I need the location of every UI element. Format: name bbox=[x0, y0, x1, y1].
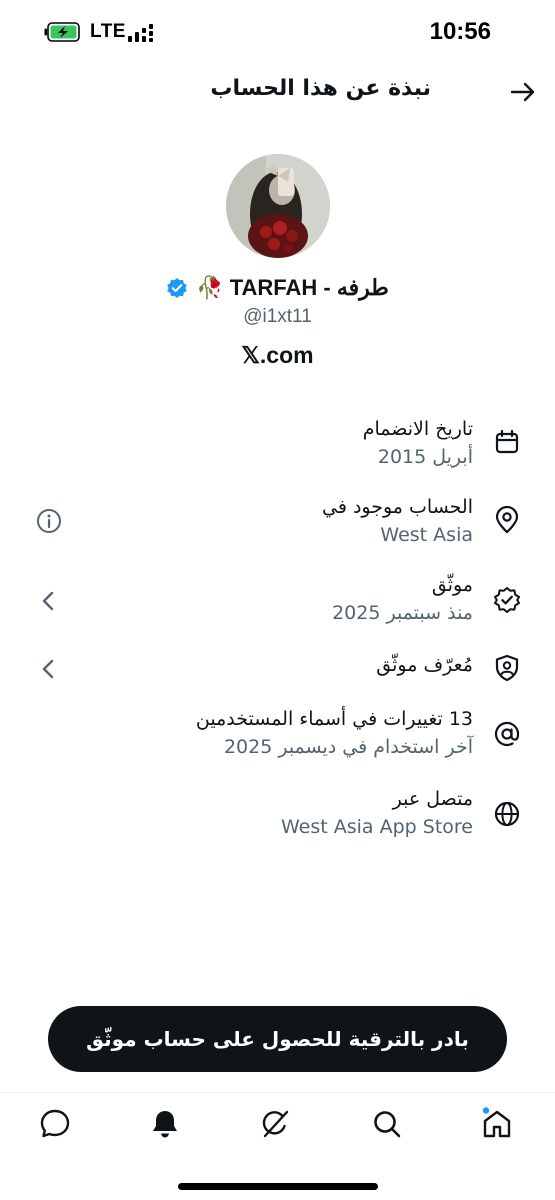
row-title: تاريخ الانضمام bbox=[362, 418, 473, 440]
info-row-connected-via: متصل عبر West Asia App Store bbox=[0, 788, 555, 848]
id-shield-icon bbox=[495, 654, 519, 682]
header: نبذة عن هذا الحساب bbox=[0, 64, 555, 120]
profile-link[interactable]: 𝕏.com bbox=[0, 342, 555, 369]
status-time: 10:56 bbox=[429, 18, 491, 45]
row-subtitle: منذ سبتمبر 2025 bbox=[332, 602, 473, 624]
cellular-signal-icon bbox=[128, 24, 153, 42]
info-row-username-changes: 13 تغييرات في أسماء المستخدمين آخر استخد… bbox=[0, 708, 555, 768]
arrow-right-icon[interactable] bbox=[507, 76, 539, 108]
info-row-location: الحساب موجود في West Asia bbox=[0, 496, 555, 556]
display-name: طرفه - TARFAH 🥀 bbox=[196, 275, 389, 300]
page-title: نبذة عن هذا الحساب bbox=[210, 76, 431, 101]
info-row-joined: تاريخ الانضمام أبريل 2015 bbox=[0, 418, 555, 478]
avatar[interactable] bbox=[226, 154, 330, 258]
info-row-id-verified[interactable]: مُعرّف موثّق bbox=[0, 652, 555, 712]
handle: @i1xt11 bbox=[243, 306, 312, 327]
info-icon[interactable] bbox=[36, 508, 62, 534]
messages-icon[interactable] bbox=[38, 1107, 72, 1141]
home-notification-dot bbox=[482, 1107, 490, 1114]
home-indicator bbox=[178, 1183, 378, 1190]
upgrade-verified-button[interactable]: بادر بالترقية للحصول على حساب موثّق bbox=[48, 1006, 507, 1072]
row-subtitle: West Asia bbox=[380, 524, 473, 546]
bottom-nav bbox=[0, 1093, 555, 1163]
verified-badge-icon[interactable] bbox=[166, 277, 188, 299]
row-subtitle: West Asia App Store bbox=[281, 816, 473, 838]
calendar-icon bbox=[495, 429, 519, 454]
chevron-left-icon[interactable] bbox=[36, 588, 62, 614]
row-title: 13 تغييرات في أسماء المستخدمين bbox=[195, 708, 473, 730]
row-title: متصل عبر bbox=[392, 788, 473, 810]
notifications-icon[interactable] bbox=[148, 1107, 182, 1141]
chevron-left-icon[interactable] bbox=[36, 656, 62, 682]
row-title: مُعرّف موثّق bbox=[376, 654, 473, 676]
globe-icon bbox=[494, 801, 520, 827]
display-name-row: طرفه - TARFAH 🥀 bbox=[0, 272, 555, 304]
row-title: الحساب موجود في bbox=[322, 496, 473, 518]
location-pin-icon bbox=[495, 506, 519, 534]
info-row-verified[interactable]: موثّق منذ سبتمبر 2025 bbox=[0, 574, 555, 634]
search-icon[interactable] bbox=[370, 1107, 404, 1141]
network-type: LTE bbox=[90, 21, 126, 42]
row-title: موثّق bbox=[431, 574, 473, 596]
row-subtitle: آخر استخدام في ديسمبر 2025 bbox=[223, 736, 473, 758]
home-icon[interactable] bbox=[480, 1107, 514, 1141]
row-subtitle: أبريل 2015 bbox=[377, 446, 473, 468]
at-sign-icon bbox=[494, 721, 520, 747]
grok-icon[interactable] bbox=[258, 1107, 292, 1141]
verified-badge-icon bbox=[494, 587, 520, 613]
battery-charging-icon bbox=[44, 22, 80, 42]
status-bar: LTE 10:56 bbox=[0, 0, 555, 64]
